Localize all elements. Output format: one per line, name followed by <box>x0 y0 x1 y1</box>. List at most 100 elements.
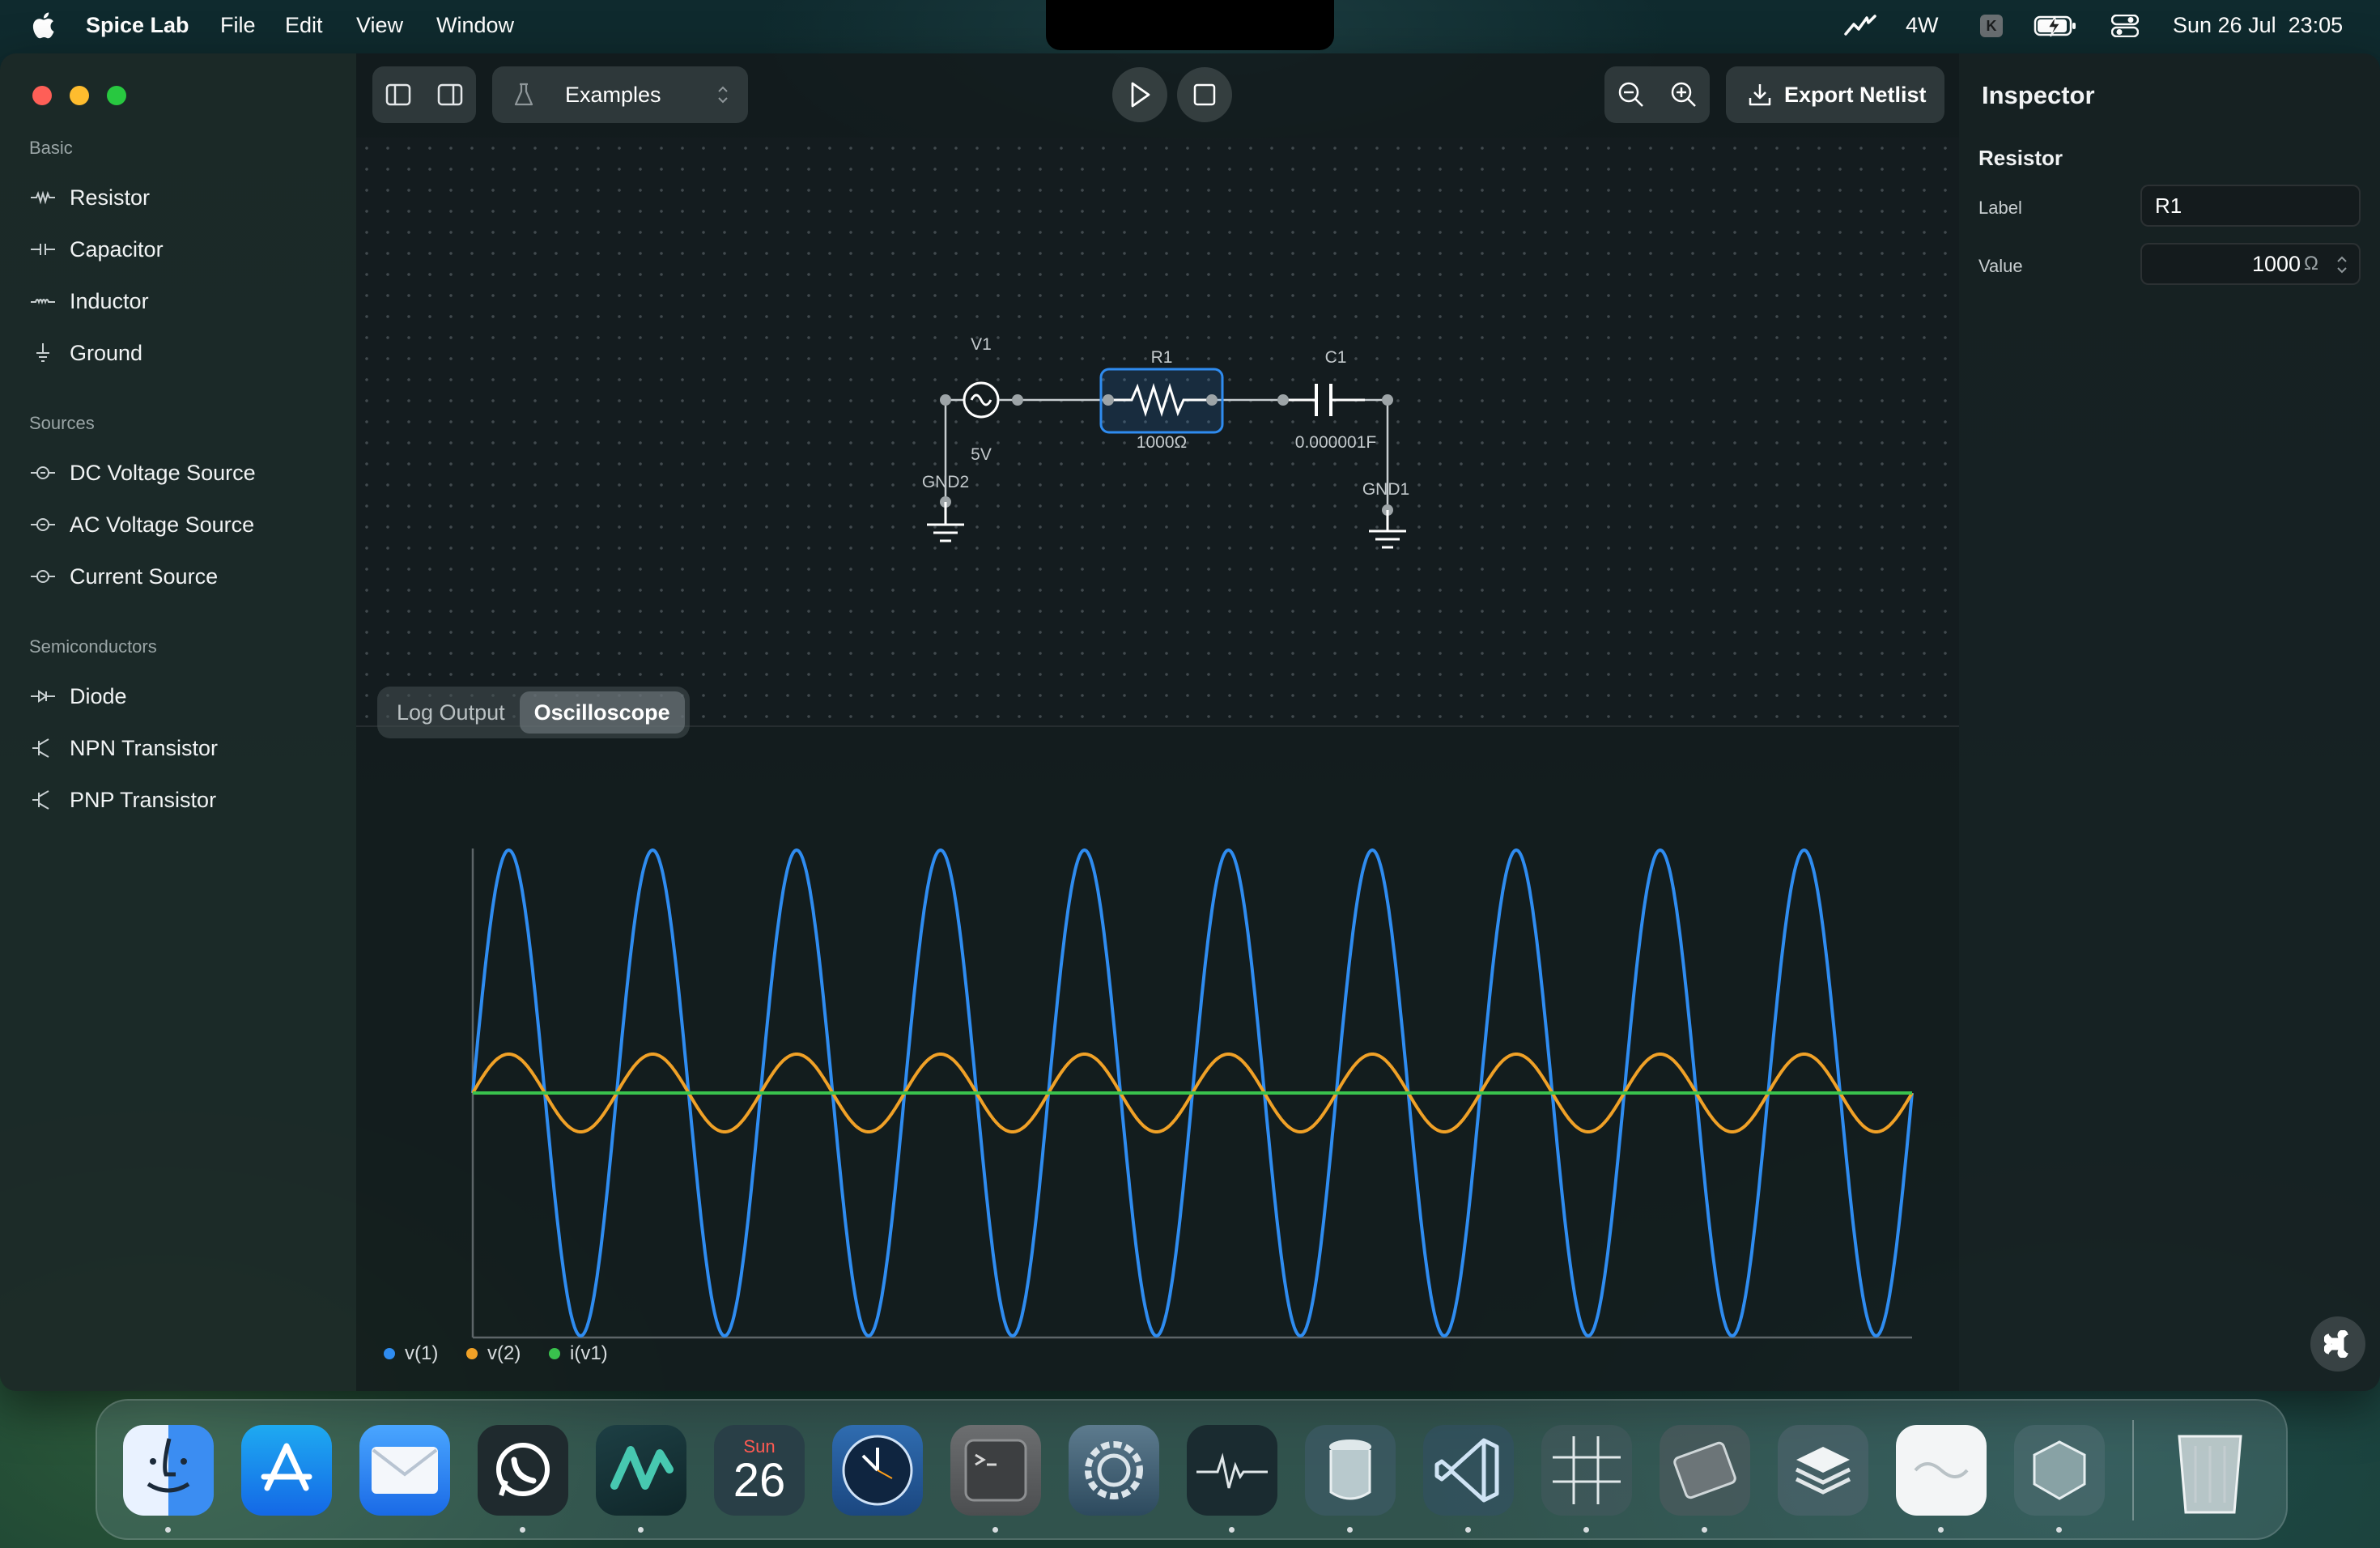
sidebar-item-dc-voltage-source[interactable]: DC Voltage Source <box>29 455 256 491</box>
legend-swatch <box>466 1348 478 1359</box>
sidebar-item-pnp-transistor[interactable]: PNP Transistor <box>29 782 216 818</box>
oscilloscope-chart <box>471 848 1914 1339</box>
editor-area: Examples Export Netlist V1 5V R1 1000Ω C… <box>356 53 1959 1391</box>
file-menu[interactable]: File <box>220 13 256 38</box>
power-usage-status[interactable]: 4W <box>1906 13 1939 38</box>
sidebar-item-label: Capacitor <box>70 236 164 262</box>
export-netlist-button[interactable]: Export Netlist <box>1726 66 1944 123</box>
dock-vscode[interactable] <box>1423 1425 1514 1516</box>
dock-mail[interactable] <box>359 1425 450 1516</box>
sidebar-item-diode[interactable]: Diode <box>29 678 127 714</box>
sidebar-item-label: AC Voltage Source <box>70 512 255 537</box>
dock-whatsapp[interactable] <box>478 1425 568 1516</box>
chip-icon <box>1673 1441 1736 1499</box>
label-input[interactable]: R1 <box>2140 185 2361 227</box>
dock-virtual-machine[interactable] <box>2014 1425 2105 1516</box>
running-indicator <box>638 1527 644 1533</box>
capacitor-value-label: 0.000001F <box>1295 433 1376 452</box>
running-indicator <box>1938 1527 1944 1533</box>
sidebar-item-capacitor[interactable]: Capacitor <box>29 232 164 267</box>
stepper-icon[interactable] <box>2335 253 2349 277</box>
toggle-right-sidebar-button[interactable] <box>424 66 476 123</box>
zoom-window-button[interactable] <box>107 86 126 105</box>
inspector-title: Inspector <box>1982 81 2095 109</box>
dock-finder[interactable] <box>123 1425 214 1516</box>
running-indicator <box>1702 1527 1707 1533</box>
apple-menu-icon[interactable] <box>31 11 55 39</box>
dock-calendar[interactable]: Sun 26 <box>714 1425 805 1516</box>
calendar-day-number: 26 <box>733 1454 786 1507</box>
sidebar-item-current-source[interactable]: Current Source <box>29 559 218 594</box>
dock-activity-monitor[interactable] <box>1187 1425 1277 1516</box>
ac-source-v1[interactable] <box>940 381 1023 419</box>
glass-cube-icon <box>2033 1440 2086 1500</box>
examples-dropdown[interactable]: Examples <box>492 66 748 123</box>
dock-circuit-tool[interactable] <box>1660 1425 1750 1516</box>
run-simulation-button[interactable] <box>1112 67 1167 122</box>
inductor-icon <box>31 299 55 305</box>
section-title-basic: Basic <box>29 138 73 158</box>
running-indicator <box>1583 1527 1589 1533</box>
dock-preview-2[interactable] <box>1896 1425 1987 1516</box>
dock-app-store[interactable] <box>241 1425 332 1516</box>
dock-preview[interactable] <box>950 1425 1041 1516</box>
zoom-in-button[interactable] <box>1657 66 1710 123</box>
layers-icon <box>1795 1447 1851 1495</box>
zoom-out-button[interactable] <box>1604 66 1657 123</box>
schematic-canvas[interactable]: V1 5V R1 1000Ω C1 0.000001F GND2 GND1 <box>356 138 1959 727</box>
resistor-value-label: 1000Ω <box>1137 433 1187 452</box>
close-window-button[interactable] <box>32 86 52 105</box>
ground-gnd1[interactable] <box>1369 504 1406 549</box>
legend-swatch <box>549 1348 560 1359</box>
app-menu[interactable]: Spice Lab <box>86 13 189 38</box>
window-menu[interactable]: Window <box>436 13 514 38</box>
activity-graph-icon[interactable] <box>1844 13 1876 39</box>
sidebar-item-ground[interactable]: Ground <box>29 335 142 371</box>
dock-system-settings[interactable] <box>1069 1425 1159 1516</box>
sidebar-item-resistor[interactable]: Resistor <box>29 180 150 215</box>
resistor-name-label: R1 <box>1151 348 1173 367</box>
legend-item-v1: v(1) <box>384 1342 438 1365</box>
battery-charging-icon[interactable] <box>2034 13 2079 39</box>
control-center-icon[interactable] <box>2111 15 2139 37</box>
tab-oscilloscope[interactable]: Oscilloscope <box>519 691 685 734</box>
sidebar-item-inductor[interactable]: Inductor <box>29 283 149 319</box>
export-netlist-label: Export Netlist <box>1784 82 1927 107</box>
minimize-window-button[interactable] <box>70 86 89 105</box>
ground-gnd2[interactable] <box>927 496 964 542</box>
toggle-left-sidebar-button[interactable] <box>372 66 424 123</box>
transistor-icon <box>32 790 49 810</box>
value-stepper-field[interactable]: 1000 Ω <box>2140 243 2361 285</box>
view-menu[interactable]: View <box>356 13 403 38</box>
gear-icon <box>1085 1441 1143 1499</box>
menu-bar: Spice Lab File Edit View Window 4W K Sun… <box>0 0 2380 52</box>
dock-clock[interactable] <box>832 1425 923 1516</box>
dock-spice-lab[interactable] <box>596 1425 686 1516</box>
dock-trash[interactable] <box>2165 1425 2255 1516</box>
value-number: 1000 <box>2251 251 2301 276</box>
activity-monitor-icon <box>1196 1452 1268 1489</box>
running-indicator <box>165 1527 171 1533</box>
keyboard-layout-icon[interactable]: K <box>1980 15 2003 37</box>
edit-menu[interactable]: Edit <box>285 13 323 38</box>
dock-layers[interactable] <box>1778 1425 1868 1516</box>
legend-swatch <box>384 1348 395 1359</box>
dock-numbers[interactable] <box>1541 1425 1632 1516</box>
sidebar-item-npn-transistor[interactable]: NPN Transistor <box>29 730 218 766</box>
terminal-icon <box>964 1439 1027 1502</box>
wave-icon <box>1914 1462 1969 1478</box>
sidebar-item-label: Resistor <box>70 185 151 210</box>
tab-log-output[interactable]: Log Output <box>382 691 520 734</box>
running-indicator <box>2056 1527 2062 1533</box>
clock-status[interactable]: Sun 26 Jul 23:05 <box>2173 13 2343 38</box>
series-layer <box>471 848 1914 1337</box>
canvas-tools-button[interactable] <box>2310 1316 2365 1372</box>
download-icon <box>1749 84 1771 106</box>
stop-simulation-button[interactable] <box>1177 67 1232 122</box>
sidebar-right-icon <box>437 83 463 106</box>
stop-icon <box>1193 83 1216 106</box>
resistor-r1[interactable] <box>1099 368 1224 434</box>
dock-container-app[interactable] <box>1305 1425 1396 1516</box>
capacitor-icon <box>31 244 55 255</box>
sidebar-item-ac-voltage-source[interactable]: AC Voltage Source <box>29 507 254 542</box>
